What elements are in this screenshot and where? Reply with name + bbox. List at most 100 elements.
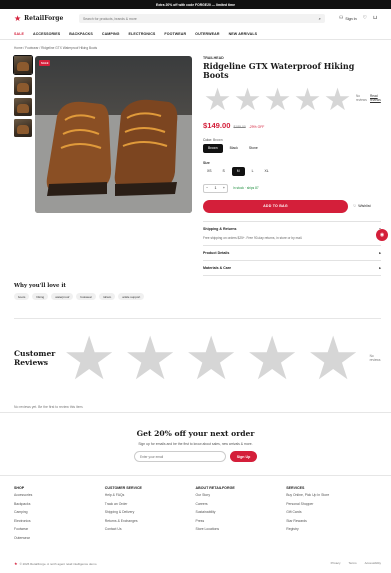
search-icon[interactable]: ⌕ <box>319 16 321 21</box>
accordion-title: Shipping & Returns <box>203 226 237 231</box>
discount-label: -29% OFF <box>248 124 265 129</box>
accordion-materials[interactable]: Materials & Care ▸ <box>203 261 381 276</box>
nav-item-backpacks[interactable]: BACKPACKS <box>69 32 93 36</box>
newsletter-form: Sign Up <box>0 451 391 462</box>
color-option-stone[interactable]: Stone <box>245 144 262 153</box>
accessibility-link[interactable]: Accessibility <box>365 561 381 566</box>
size-option-l[interactable]: L <box>248 167 258 176</box>
footer-link[interactable]: Press <box>196 519 287 523</box>
footer-link[interactable]: Shipping & Delivery <box>105 510 196 514</box>
nav-item-accessories[interactable]: ACCESSORIES <box>33 32 60 36</box>
nav-item-camping[interactable]: CAMPING <box>102 32 120 36</box>
sign-up-button[interactable]: Sign Up <box>230 451 257 462</box>
nav-item-footwear[interactable]: FOOTWEAR <box>164 32 186 36</box>
thumbnail-1[interactable] <box>13 55 33 75</box>
footer-link[interactable]: Our Story <box>196 493 287 497</box>
heart-icon[interactable]: ♡ <box>363 16 367 21</box>
footer-heading: SHOP <box>14 486 25 490</box>
footer-link[interactable]: Buy Online, Pick Up In Store <box>286 493 377 497</box>
why-section: Why you'll love it boots hiking waterpro… <box>14 283 145 300</box>
footer-link[interactable]: Star Rewards <box>286 519 377 523</box>
footer-link[interactable]: Careers <box>196 502 287 506</box>
thumbnail-3[interactable] <box>14 98 32 116</box>
search-bar[interactable]: ⌕ <box>79 14 325 23</box>
user-icon: ⚇ <box>338 15 344 21</box>
plus-icon[interactable]: + <box>223 186 225 190</box>
tag[interactable]: rdcam <box>98 293 116 300</box>
footer-link[interactable]: Contact Us <box>105 527 196 531</box>
thumbnail-2[interactable] <box>14 77 32 95</box>
tag[interactable]: boots <box>14 293 30 300</box>
quantity-value[interactable]: 1 <box>215 186 217 190</box>
wishlist-button[interactable]: ♡ Wishlist <box>353 204 371 208</box>
tag[interactable]: footwear <box>76 293 96 300</box>
current-price: $149.00 <box>203 120 231 130</box>
size-option-xl[interactable]: XL <box>261 167 273 176</box>
footer-link[interactable]: Sustainability <box>196 510 287 514</box>
nav-item-sale[interactable]: SALE <box>14 32 24 36</box>
chat-button[interactable]: ◉ <box>376 229 388 241</box>
footer-link[interactable]: Personal Shopper <box>286 502 377 506</box>
no-reviews-label: No reviews <box>356 94 367 103</box>
rating-stars: ★ ★ ★ ★ ★ <box>203 84 352 115</box>
footer-link[interactable]: Accessories <box>14 493 105 497</box>
terms-link[interactable]: Terms <box>348 561 356 566</box>
search-input[interactable] <box>83 16 319 21</box>
tag[interactable]: ankle support <box>118 293 145 300</box>
add-to-bag-button[interactable]: ADD TO BAG <box>203 199 348 213</box>
accordion-shipping[interactable]: Shipping & Returns− Free shipping on ord… <box>203 222 381 246</box>
quantity-stepper: − 1 + <box>203 183 228 193</box>
site-footer: SHOP Accessories Backpacks Camping Elect… <box>0 475 391 545</box>
logo[interactable]: ★ RetailForge <box>14 13 66 23</box>
star-icon: ★ <box>14 13 22 23</box>
footer-link[interactable]: Gift Cards <box>286 510 377 514</box>
no-reviews-label: No reviews <box>369 354 381 362</box>
footer-link[interactable]: Outerwear <box>14 536 105 540</box>
size-option-s[interactable]: S <box>219 167 229 176</box>
header-actions: ⚇ Sign In ♡ ⊔ <box>339 16 377 21</box>
color-options: Brown Black Stone <box>203 143 381 153</box>
footer-link[interactable]: Backpacks <box>14 502 105 506</box>
wishlist-label: Wishlist <box>358 204 371 209</box>
footer-link[interactable]: Help & FAQs <box>105 493 196 497</box>
nav-item-outerwear[interactable]: OUTERWEAR <box>195 32 219 36</box>
reviews-stars: ★ ★ ★ ★ ★ <box>59 329 364 389</box>
bag-icon[interactable]: ⊔ <box>373 16 377 21</box>
footer-link[interactable]: Returns & Exchanges <box>105 519 196 523</box>
read-reviews-link[interactable]: Read reviews <box>370 94 381 103</box>
chevron-right-icon: ▸ <box>379 250 381 255</box>
quantity-row: − 1 + In stock · ships 87 <box>203 183 381 193</box>
product-brand[interactable]: TRAILHEAD <box>203 56 381 60</box>
size-option-m[interactable]: M <box>231 166 245 176</box>
footer-link[interactable]: Track an Order <box>105 502 196 506</box>
purchase-actions: ADD TO BAG ♡ Wishlist <box>203 199 381 213</box>
footer-link[interactable]: Electronics <box>14 519 105 523</box>
size-option-xs[interactable]: XS <box>203 167 216 176</box>
color-option-black[interactable]: Black <box>226 144 242 153</box>
nav-item-new-arrivals[interactable]: NEW ARRIVALS <box>229 32 258 36</box>
site-header: ★ RetailForge ⌕ ⚇ Sign In ♡ ⊔ <box>0 9 391 28</box>
thumbnail-4[interactable] <box>14 119 32 137</box>
nav-item-electronics[interactable]: ELECTRONICS <box>129 32 156 36</box>
footer-heading: CUSTOMER SERVICE <box>104 486 142 490</box>
original-price: $189.00 <box>233 124 246 129</box>
footer-link[interactable]: Camping <box>14 510 105 514</box>
star-icon: ★ <box>184 325 239 392</box>
privacy-link[interactable]: Privacy <box>331 561 341 566</box>
reviews-title: Customer Reviews <box>14 349 56 367</box>
tag[interactable]: hiking <box>32 293 49 300</box>
footer-heading: SERVICES <box>286 486 305 490</box>
accordion-product-details[interactable]: Product Details ▸ <box>203 246 381 261</box>
breadcrumb[interactable]: Home / Footwear / Ridgeline GTX Waterpro… <box>14 46 97 50</box>
footer-link[interactable]: Registry <box>286 527 377 531</box>
sign-in-button[interactable]: ⚇ Sign In <box>339 16 357 21</box>
footer-heading: ABOUT RETAILFORGE <box>195 486 235 490</box>
heart-icon: ♡ <box>353 204 357 209</box>
tag[interactable]: waterproof <box>51 293 74 300</box>
color-option-brown[interactable]: Brown <box>203 143 223 153</box>
footer-link[interactable]: Footwear <box>14 527 105 531</box>
minus-icon[interactable]: − <box>206 186 208 190</box>
footer-link[interactable]: Store Locations <box>196 527 287 531</box>
product-image[interactable]: SALE <box>35 56 192 213</box>
email-field[interactable] <box>134 451 226 462</box>
